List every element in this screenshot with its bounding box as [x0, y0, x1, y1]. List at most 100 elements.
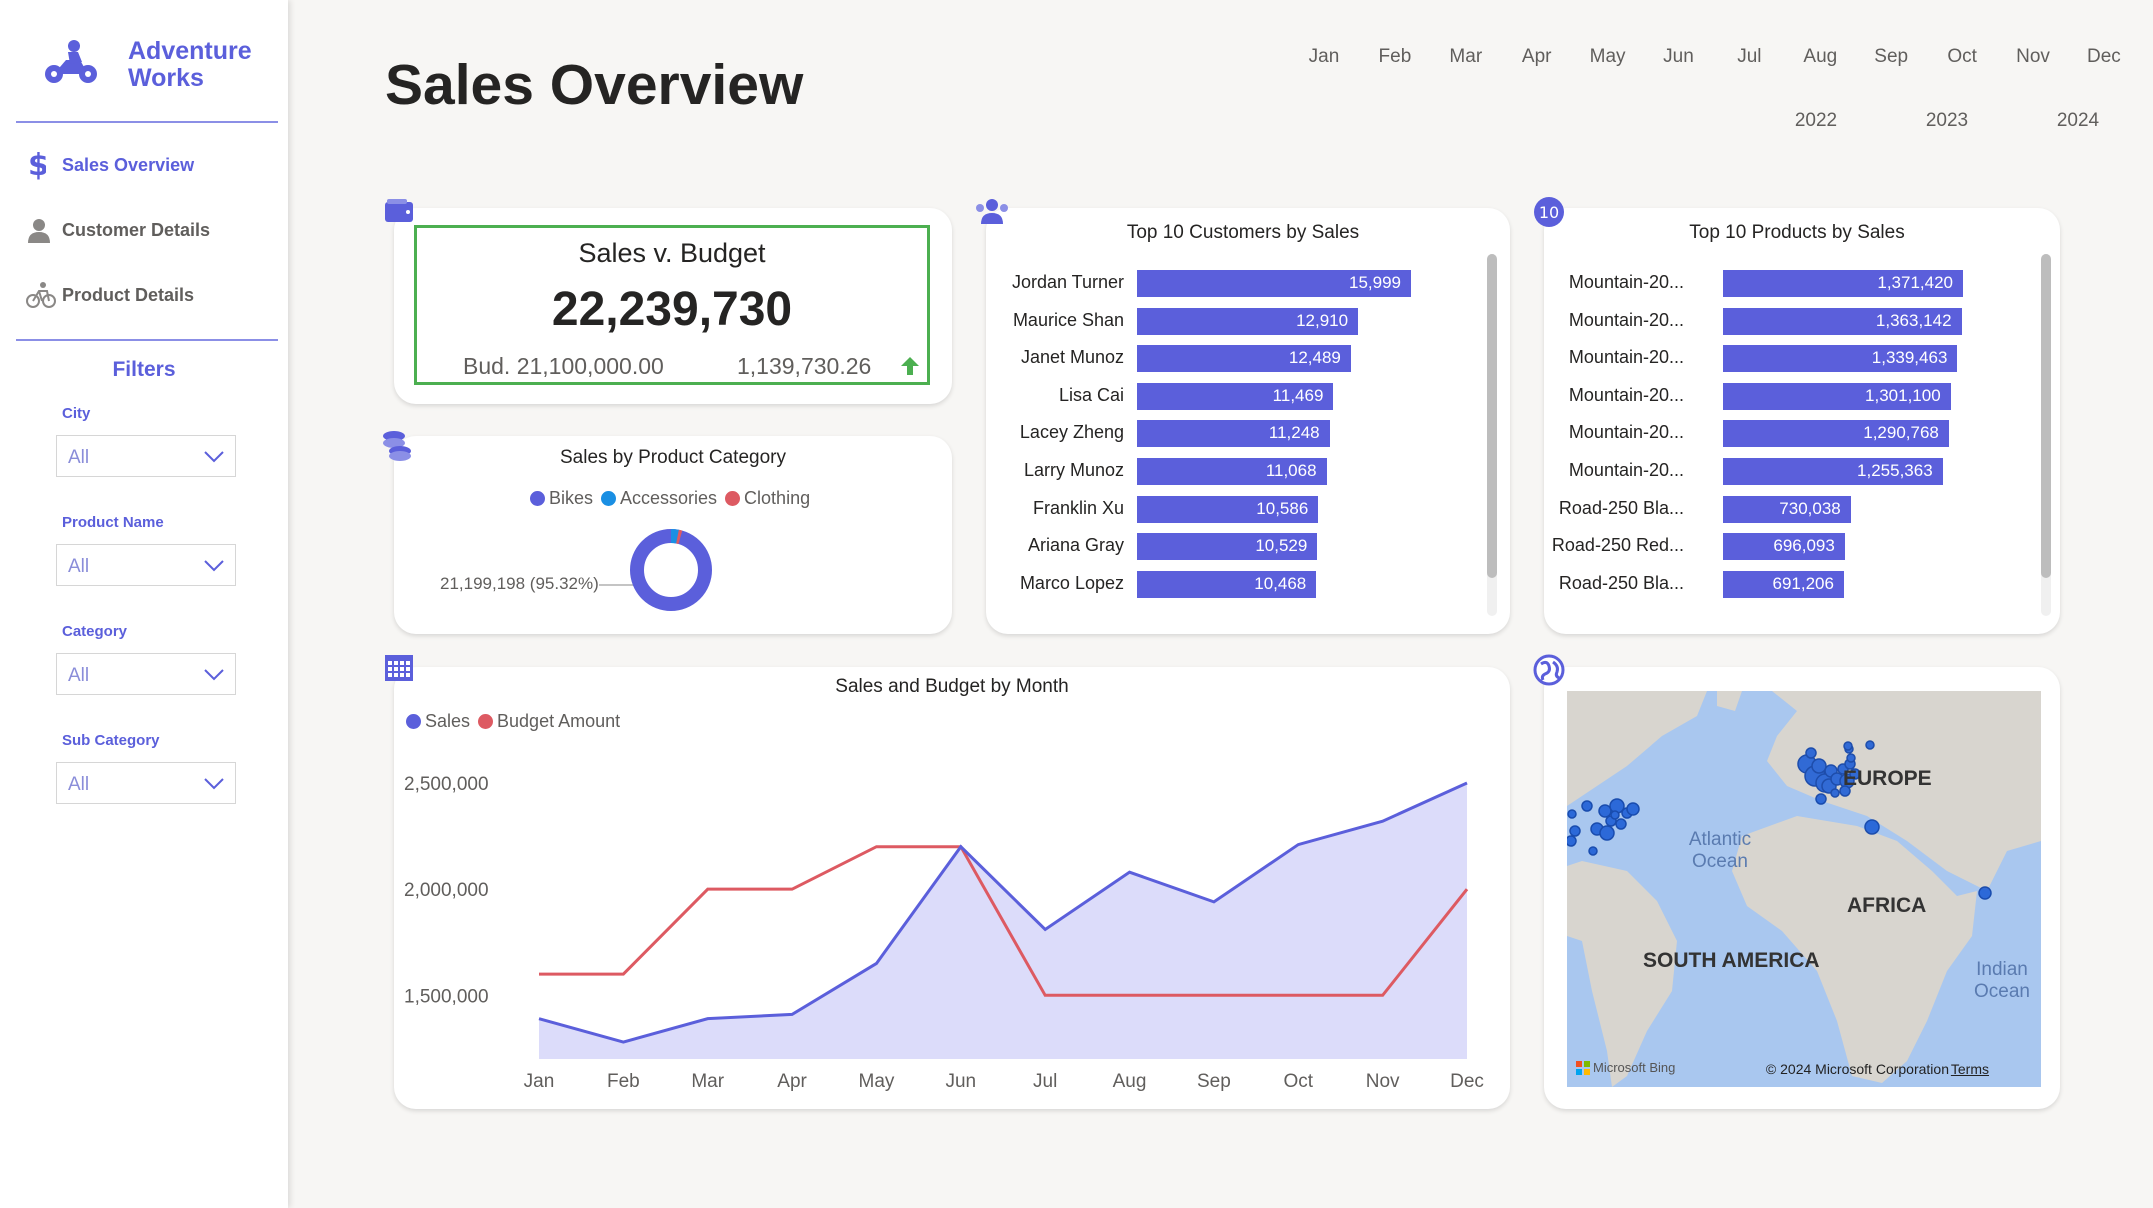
month-button-jun[interactable]: Jun	[1649, 46, 1709, 68]
bar[interactable]: 730,038	[1723, 495, 1851, 523]
products-scrollbar[interactable]	[2041, 254, 2051, 616]
bar-value: 11,469	[1272, 385, 1324, 405]
legend-clothing[interactable]: Clothing	[725, 488, 810, 509]
kpi-title: Sales v. Budget	[578, 238, 766, 268]
top-customers-card: Top 10 Customers by Sales Jordan Turner 1…	[986, 208, 1510, 634]
scrollbar-thumb[interactable]	[2041, 254, 2051, 578]
bar-value: 15,999	[1349, 273, 1401, 292]
chevron-down-icon	[204, 778, 224, 790]
bar[interactable]: 12,910	[1137, 307, 1359, 335]
month-button-aug[interactable]: Aug	[1790, 46, 1850, 68]
month-button-jan[interactable]: Jan	[1294, 46, 1354, 68]
filter-label-category: Category	[62, 623, 128, 640]
year-button-2023[interactable]: 2023	[1912, 110, 1982, 132]
sidebar: Adventure Works $ Sales Overview Custome…	[0, 0, 288, 1208]
product-name-dropdown[interactable]: All	[56, 544, 236, 586]
motorbike-logo-icon	[45, 40, 97, 83]
bar[interactable]: 1,363,142	[1723, 307, 1962, 335]
month-button-may[interactable]: May	[1578, 46, 1638, 68]
dropdown-value: All	[68, 447, 90, 468]
sales-budget-line-chart[interactable]: 2,500,000 2,000,000 1,500,000 Jan Feb Mar Apr M…	[394, 667, 1510, 1109]
bar[interactable]: 11,248	[1137, 420, 1330, 448]
bar-row-label: Lacey Zheng	[986, 420, 1124, 447]
sub-category-dropdown[interactable]: All	[56, 762, 236, 804]
microsoft-logo-icon	[1576, 1060, 1590, 1075]
globe-icon	[1533, 654, 1565, 686]
bar-value: 10,468	[1254, 573, 1307, 593]
bar-value: 10,586	[1256, 498, 1309, 518]
bar-label: Road-250 Red...	[1551, 535, 1684, 556]
legend-label: Bikes	[549, 488, 594, 508]
month-button-mar[interactable]: Mar	[1436, 46, 1496, 68]
bar-label: Lacey Zheng	[1019, 422, 1124, 443]
year-button-2024[interactable]: 2024	[2043, 110, 2113, 132]
month-button-jul[interactable]: Jul	[1719, 46, 1779, 68]
sales-map[interactable]: EUROPE AFRICA SOUTH AMERICA Atlantic Oce…	[1567, 691, 2041, 1087]
bar-value: 12,910	[1296, 310, 1349, 330]
bar-value: 691,206	[1772, 573, 1834, 593]
y-tick-label: 2,000,000	[404, 880, 489, 901]
bar-value: 730,038	[1779, 498, 1841, 518]
nav-sales-overview[interactable]: $ Sales Overview	[26, 147, 194, 183]
month-button-oct[interactable]: Oct	[1932, 46, 1992, 68]
bar[interactable]: 10,468	[1137, 570, 1317, 598]
month-button-feb[interactable]: Feb	[1365, 46, 1425, 68]
bar[interactable]: 1,290,768	[1723, 420, 1949, 448]
legend-dot	[725, 491, 741, 506]
map-bubbles[interactable]	[1567, 691, 2041, 1087]
customers-scrollbar[interactable]	[1487, 254, 1497, 616]
bar-label: Mountain-20...	[1568, 309, 1684, 330]
year-button-2022[interactable]: 2022	[1781, 110, 1851, 132]
city-dropdown[interactable]: All	[56, 435, 236, 477]
filter-label-city: City	[62, 405, 91, 422]
bar[interactable]: 696,093	[1723, 533, 1845, 561]
bar[interactable]: 1,371,420	[1723, 270, 1963, 297]
person-icon	[26, 215, 62, 245]
map-label-africa: AFRICA	[1847, 894, 1927, 917]
chevron-down-icon	[204, 669, 224, 681]
filter-label-product-name: Product Name	[62, 514, 164, 531]
month-button-dec[interactable]: Dec	[2074, 46, 2134, 68]
month-button-nov[interactable]: Nov	[2003, 46, 2063, 68]
category-dropdown[interactable]: All	[56, 653, 236, 695]
legend-label: Clothing	[744, 488, 811, 508]
bar[interactable]: 10,586	[1137, 495, 1319, 523]
donut-data-label: 21,199,198 (95.32%)	[440, 574, 599, 593]
bar[interactable]: 1,301,100	[1723, 382, 1951, 410]
category-donut-chart[interactable]	[629, 528, 713, 612]
map-label-south-america: SOUTH AMERICA	[1643, 949, 1820, 972]
bar-label: Mountain-20...	[1568, 384, 1684, 405]
dropdown-value: All	[68, 556, 90, 577]
bar[interactable]: 691,206	[1723, 570, 1844, 598]
top-products-card: Top 10 Products by Sales Mountain-20... 1…	[1544, 208, 2060, 634]
donut-slice-bikes[interactable]	[630, 529, 712, 611]
month-button-sep[interactable]: Sep	[1861, 46, 1921, 68]
bar[interactable]: 12,489	[1137, 345, 1351, 373]
month-button-apr[interactable]: Apr	[1507, 46, 1567, 68]
category-legend: Bikes Accessories Clothing	[530, 488, 818, 509]
legend-dot	[601, 491, 617, 506]
bar-label: Franklin Xu	[1032, 497, 1124, 518]
map-terms-link[interactable]: Terms	[1951, 1061, 1989, 1077]
nav-customer-details[interactable]: Customer Details	[26, 212, 210, 248]
bar-label: Mountain-20...	[1568, 347, 1684, 368]
brand-line2: Works	[128, 64, 204, 92]
calendar-icon	[385, 655, 413, 681]
scrollbar-thumb[interactable]	[1487, 254, 1497, 578]
bar-label: Mountain-20...	[1568, 422, 1684, 443]
nav-label: Sales Overview	[62, 154, 195, 175]
bar[interactable]: 11,469	[1137, 382, 1334, 410]
nav-product-details[interactable]: Product Details	[26, 277, 194, 313]
legend-bikes[interactable]: Bikes	[530, 488, 593, 509]
bar[interactable]: 15,999	[1137, 270, 1411, 297]
sales-budget-chart-card: Sales and Budget by Month Sales Budget A…	[394, 667, 1510, 1109]
x-tick-label: Mar	[691, 1071, 724, 1092]
bar[interactable]: 1,255,363	[1723, 458, 1943, 485]
bar[interactable]: 10,529	[1137, 533, 1318, 561]
legend-accessories[interactable]: Accessories	[601, 488, 717, 509]
bar-value: 1,290,768	[1863, 423, 1939, 443]
bar[interactable]: 11,068	[1137, 458, 1327, 485]
x-tick-label: Feb	[607, 1071, 640, 1092]
coins-icon	[383, 431, 411, 461]
bar[interactable]: 1,339,463	[1723, 345, 1958, 373]
